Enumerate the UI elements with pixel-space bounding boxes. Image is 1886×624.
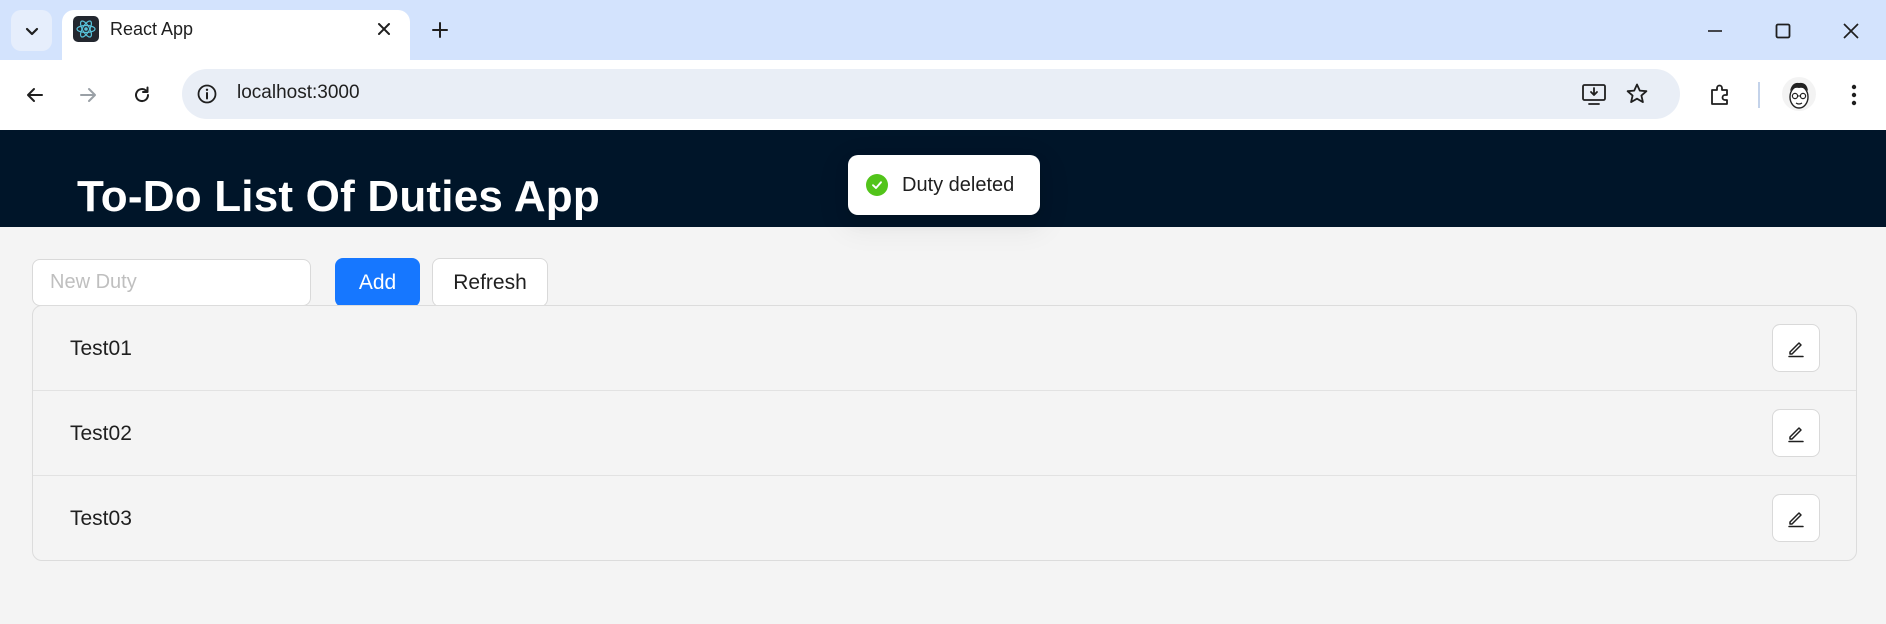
install-app-icon	[1582, 84, 1606, 105]
install-app-button[interactable]	[1580, 80, 1608, 108]
page-viewport: To-Do List Of Duties App Add Refresh Tes…	[0, 130, 1886, 624]
close-icon	[1843, 23, 1859, 39]
tab-search-button[interactable]	[11, 10, 52, 51]
extensions-button[interactable]	[1702, 77, 1738, 113]
close-window-button[interactable]	[1834, 14, 1868, 48]
list-item: Test03	[33, 476, 1856, 560]
plus-icon	[432, 22, 448, 38]
reload-button[interactable]	[124, 77, 160, 113]
browser-toolbar: localhost:3000	[0, 60, 1886, 130]
duty-name: Test01	[70, 337, 132, 360]
maximize-button[interactable]	[1766, 14, 1800, 48]
duty-name: Test02	[70, 422, 132, 445]
info-icon[interactable]	[194, 81, 220, 107]
maximize-icon	[1775, 23, 1791, 39]
new-tab-button[interactable]	[426, 16, 454, 44]
toast-message: Duty deleted	[902, 174, 1015, 196]
list-item: Test01	[33, 306, 1856, 391]
avatar[interactable]	[1782, 77, 1816, 111]
tab-title: React App	[110, 19, 194, 39]
url-text[interactable]: localhost:3000	[237, 82, 360, 104]
toast-notification: Duty deleted	[848, 155, 1040, 215]
browser-menu-button[interactable]	[1836, 77, 1872, 113]
browser-tab-strip: React App	[0, 0, 1886, 60]
duty-name: Test03	[70, 507, 132, 530]
puzzle-icon	[1711, 84, 1728, 105]
edit-icon	[1788, 342, 1804, 358]
address-bar[interactable]: localhost:3000	[182, 69, 1680, 119]
back-button[interactable]	[17, 77, 53, 113]
browser-tab[interactable]: React App	[62, 10, 410, 60]
close-tab-button[interactable]	[372, 17, 396, 41]
edit-button[interactable]	[1772, 494, 1820, 542]
check-circle-icon	[866, 174, 888, 196]
toolbar-divider	[1758, 82, 1760, 108]
list-item: Test02	[33, 391, 1856, 476]
minimize-icon	[1708, 30, 1722, 32]
react-logo-icon	[73, 16, 99, 42]
reload-icon	[135, 86, 150, 103]
edit-icon	[1788, 427, 1804, 443]
edit-button[interactable]	[1772, 324, 1820, 372]
page-title: To-Do List Of Duties App	[77, 172, 600, 221]
kebab-menu-icon	[1851, 84, 1857, 106]
forward-button[interactable]	[70, 77, 106, 113]
edit-icon	[1788, 512, 1804, 528]
duty-list: Test01 Test02 Test03	[32, 305, 1857, 561]
add-button[interactable]: Add	[335, 258, 420, 307]
minimize-button[interactable]	[1698, 14, 1732, 48]
close-icon	[378, 23, 390, 35]
refresh-button[interactable]: Refresh	[432, 258, 548, 307]
star-icon	[1626, 83, 1648, 103]
chevron-down-icon	[25, 27, 38, 35]
arrow-right-icon	[80, 88, 96, 102]
new-duty-input[interactable]	[32, 259, 311, 306]
arrow-left-icon	[27, 88, 43, 102]
edit-button[interactable]	[1772, 409, 1820, 457]
bookmark-button[interactable]	[1623, 80, 1651, 108]
